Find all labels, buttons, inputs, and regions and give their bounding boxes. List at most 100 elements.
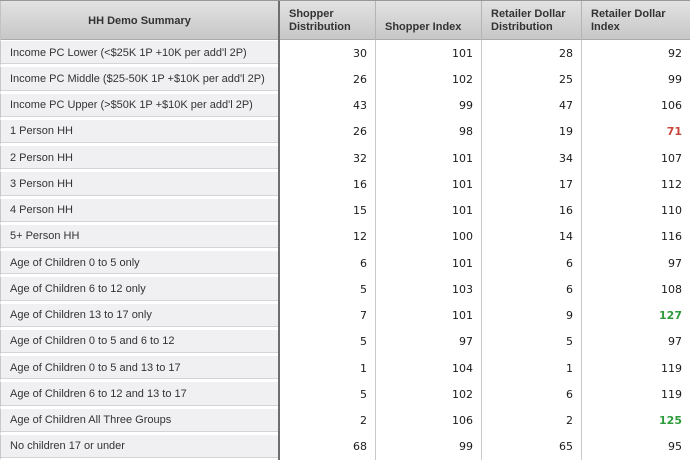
cell-value: 112 (581, 171, 690, 197)
cell-value: 106 (375, 408, 481, 434)
table-row: Income PC Upper (>$50K 1P +$10K per add'… (0, 93, 690, 119)
cell-value: 47 (481, 93, 581, 119)
cell-value: 32 (280, 145, 375, 171)
cell-value: 6 (280, 250, 375, 276)
table-row: Income PC Middle ($25-50K 1P +$10K per a… (0, 66, 690, 92)
cell-value: 2 (481, 408, 581, 434)
hh-demo-summary-table: HH Demo Summary Shopper Distribution Sho… (0, 0, 690, 460)
cell-value: 102 (375, 66, 481, 92)
table-row: Income PC Lower (<$25K 1P +10K per add'l… (0, 40, 690, 66)
row-label: Income PC Upper (>$50K 1P +$10K per add'… (0, 93, 278, 119)
table-row: Age of Children 0 to 5 only 6 101 6 97 (0, 250, 690, 276)
row-label: Age of Children 13 to 17 only (0, 303, 278, 329)
row-label: Income PC Middle ($25-50K 1P +$10K per a… (0, 66, 278, 92)
col-header-shopper-index[interactable]: Shopper Index (375, 1, 481, 40)
cell-value: 6 (481, 381, 581, 407)
cell-value: 101 (375, 250, 481, 276)
cell-value: 102 (375, 381, 481, 407)
cell-value: 68 (280, 434, 375, 460)
table-row: 3 Person HH 16 101 17 112 (0, 171, 690, 197)
cell-value: 12 (280, 224, 375, 250)
cell-value: 99 (375, 93, 481, 119)
cell-value: 97 (375, 329, 481, 355)
cell-value: 2 (280, 408, 375, 434)
cell-value: 16 (280, 171, 375, 197)
table-row: Age of Children 6 to 12 and 13 to 17 5 1… (0, 381, 690, 407)
table-row: Age of Children 13 to 17 only 7 101 9 12… (0, 303, 690, 329)
cell-value: 6 (481, 250, 581, 276)
table-row: 1 Person HH 26 98 19 71 (0, 119, 690, 145)
cell-value: 101 (375, 40, 481, 66)
cell-value: 106 (581, 93, 690, 119)
cell-value: 43 (280, 93, 375, 119)
row-label: Age of Children 0 to 5 and 13 to 17 (0, 355, 278, 381)
table-row: 4 Person HH 15 101 16 110 (0, 198, 690, 224)
cell-value: 108 (581, 276, 690, 302)
table-row: Age of Children 0 to 5 and 13 to 17 1 10… (0, 355, 690, 381)
col-header-retailer-dollar-index[interactable]: Retailer Dollar Index (581, 1, 690, 40)
row-label: Age of Children 0 to 5 and 6 to 12 (0, 329, 278, 355)
row-label: 3 Person HH (0, 171, 278, 197)
cell-value: 107 (581, 145, 690, 171)
cell-value: 119 (581, 355, 690, 381)
cell-value: 116 (581, 224, 690, 250)
row-label: 2 Person HH (0, 145, 278, 171)
cell-value: 15 (280, 198, 375, 224)
table-row: No children 17 or under 68 99 65 95 (0, 434, 690, 460)
table-body: Income PC Lower (<$25K 1P +10K per add'l… (0, 40, 690, 460)
cell-value: 125 (581, 408, 690, 434)
row-label: 4 Person HH (0, 198, 278, 224)
row-label: Age of Children 6 to 12 only (0, 276, 278, 302)
cell-value: 101 (375, 171, 481, 197)
cell-value: 1 (280, 355, 375, 381)
cell-value: 5 (280, 329, 375, 355)
row-label: 1 Person HH (0, 119, 278, 145)
cell-value: 1 (481, 355, 581, 381)
cell-value: 104 (375, 355, 481, 381)
cell-value: 101 (375, 198, 481, 224)
cell-value: 16 (481, 198, 581, 224)
table-header-row: HH Demo Summary Shopper Distribution Sho… (0, 0, 690, 40)
cell-value: 5 (280, 381, 375, 407)
cell-value: 5 (280, 276, 375, 302)
cell-value: 99 (581, 66, 690, 92)
row-label: 5+ Person HH (0, 224, 278, 250)
cell-value: 71 (581, 119, 690, 145)
cell-value: 119 (581, 381, 690, 407)
cell-value: 30 (280, 40, 375, 66)
cell-value: 95 (581, 434, 690, 460)
cell-value: 25 (481, 66, 581, 92)
row-label: Age of Children All Three Groups (0, 408, 278, 434)
cell-value: 34 (481, 145, 581, 171)
cell-value: 19 (481, 119, 581, 145)
cell-value: 98 (375, 119, 481, 145)
cell-value: 9 (481, 303, 581, 329)
cell-value: 92 (581, 40, 690, 66)
cell-value: 26 (280, 119, 375, 145)
cell-value: 28 (481, 40, 581, 66)
cell-value: 17 (481, 171, 581, 197)
cell-value: 103 (375, 276, 481, 302)
corner-header[interactable]: HH Demo Summary (0, 1, 278, 40)
cell-value: 26 (280, 66, 375, 92)
cell-value: 97 (581, 250, 690, 276)
table-row: 2 Person HH 32 101 34 107 (0, 145, 690, 171)
cell-value: 127 (581, 303, 690, 329)
cell-value: 99 (375, 434, 481, 460)
cell-value: 101 (375, 303, 481, 329)
row-label: Age of Children 6 to 12 and 13 to 17 (0, 381, 278, 407)
row-label: Income PC Lower (<$25K 1P +10K per add'l… (0, 40, 278, 66)
table-row: Age of Children All Three Groups 2 106 2… (0, 408, 690, 434)
col-header-shopper-distribution[interactable]: Shopper Distribution (280, 1, 375, 40)
table-row: Age of Children 0 to 5 and 6 to 12 5 97 … (0, 329, 690, 355)
col-header-retailer-dollar-distribution[interactable]: Retailer Dollar Distribution (481, 1, 581, 40)
cell-value: 14 (481, 224, 581, 250)
cell-value: 100 (375, 224, 481, 250)
row-label: Age of Children 0 to 5 only (0, 250, 278, 276)
table-row: Age of Children 6 to 12 only 5 103 6 108 (0, 276, 690, 302)
cell-value: 65 (481, 434, 581, 460)
row-label: No children 17 or under (0, 434, 278, 460)
cell-value: 5 (481, 329, 581, 355)
cell-value: 110 (581, 198, 690, 224)
cell-value: 6 (481, 276, 581, 302)
